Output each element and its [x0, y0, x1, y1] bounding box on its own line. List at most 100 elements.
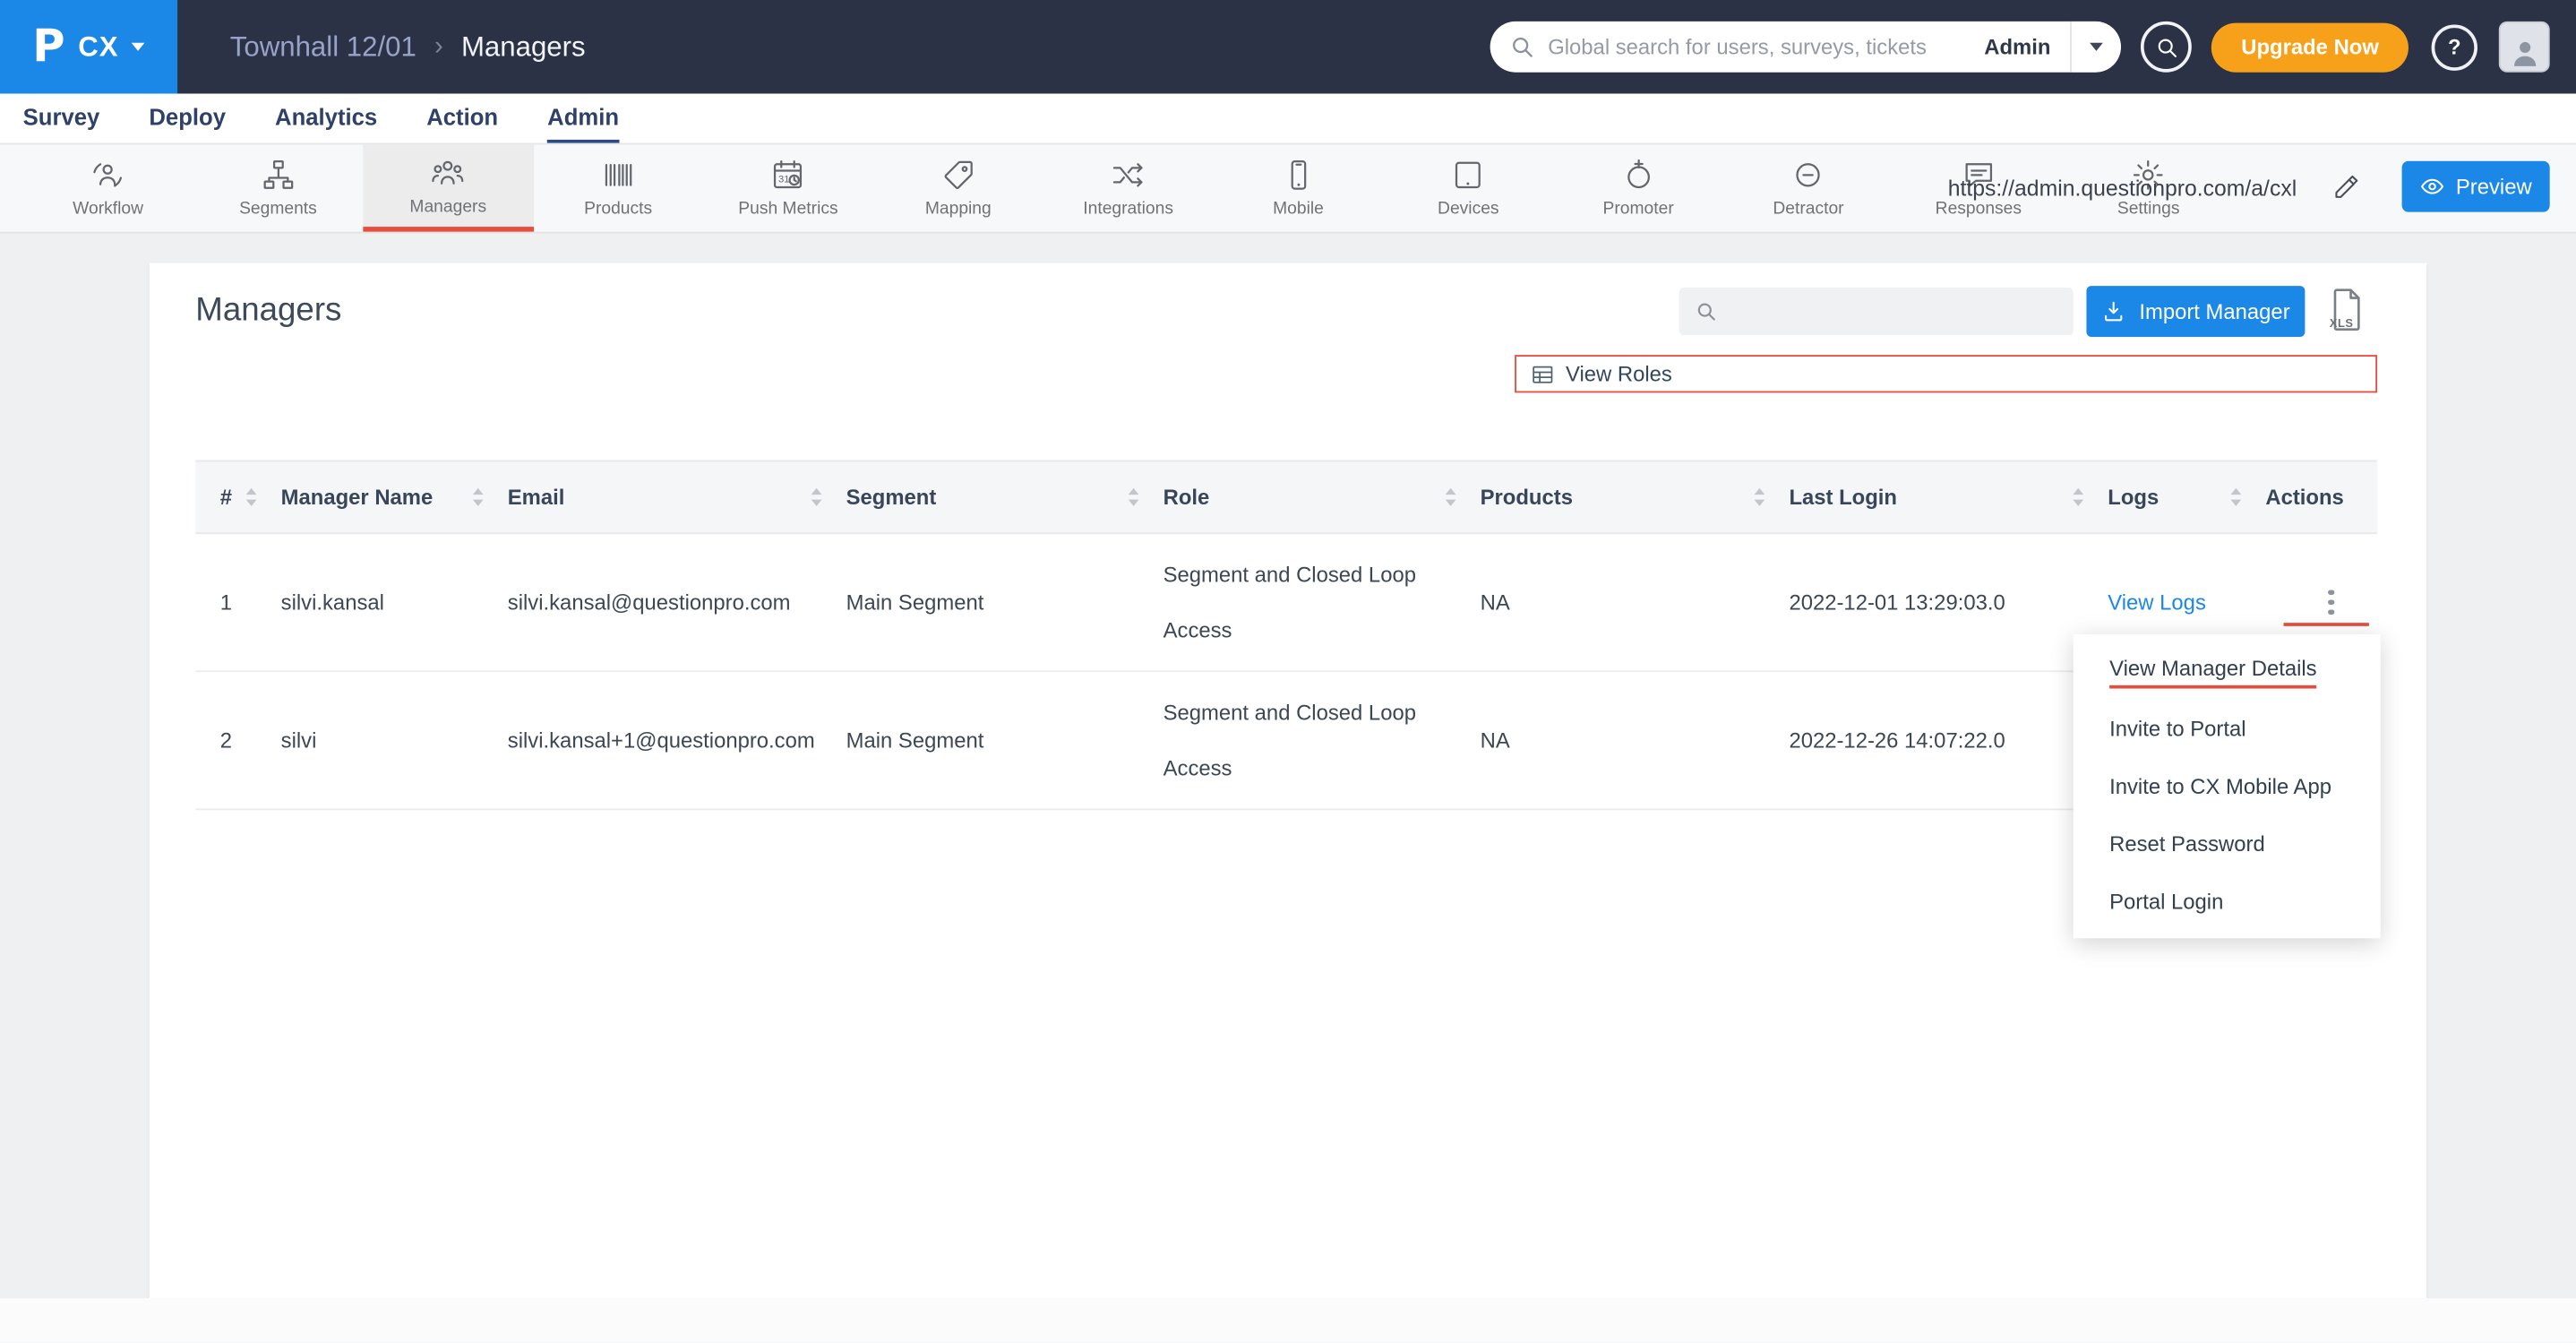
- row-number: 2: [220, 728, 281, 753]
- admin-url-text: https://admin.questionpro.com/a/cxl: [1948, 144, 2297, 231]
- mapping-icon: [941, 158, 976, 193]
- global-search-submit-button[interactable]: [2141, 22, 2192, 73]
- manager-email: silvi.kansal+1@questionpro.com: [508, 728, 846, 753]
- sort-icon[interactable]: [1753, 486, 1766, 508]
- managers-search-input[interactable]: [1717, 299, 2074, 324]
- managers-icon: [431, 155, 466, 190]
- nav-item-action[interactable]: Action: [426, 94, 498, 143]
- view-roles-label: View Roles: [1566, 362, 1672, 387]
- toolbar-item-devices[interactable]: Devices: [1383, 144, 1553, 231]
- topbar-actions: Admin Upgrade Now ?: [1490, 22, 2550, 73]
- avatar[interactable]: [2499, 22, 2550, 73]
- sort-icon[interactable]: [2072, 486, 2085, 508]
- sort-icon[interactable]: [1127, 486, 1140, 508]
- nav-item-survey[interactable]: Survey: [23, 94, 100, 143]
- preview-button-label: Preview: [2456, 174, 2532, 199]
- sort-icon[interactable]: [1444, 486, 1457, 508]
- breadcrumb-current: Managers: [461, 30, 586, 64]
- row-number: 1: [220, 590, 281, 615]
- kebab-menu-icon: [2329, 599, 2334, 605]
- toolbar-item-managers[interactable]: Managers: [363, 144, 533, 231]
- nav-item-admin[interactable]: Admin: [547, 94, 619, 143]
- toolbar-item-label: Workflow: [73, 199, 143, 219]
- table-row: 2 silvi silvi.kansal+1@questionpro.com M…: [195, 672, 2377, 810]
- global-search: Admin: [1490, 22, 2121, 73]
- roles-table-icon: [1531, 362, 1554, 385]
- menu-item-invite-to-cx-mobile-app[interactable]: Invite to CX Mobile App: [2074, 758, 2381, 815]
- pencil-icon: [2332, 173, 2360, 201]
- toolbar-item-label: Devices: [1438, 199, 1499, 219]
- toolbar-item-integrations[interactable]: Integrations: [1043, 144, 1214, 231]
- search-icon: [1510, 35, 1535, 60]
- products-icon: [601, 158, 636, 193]
- edit-url-button[interactable]: [2330, 173, 2363, 206]
- column-header-role: Role: [1163, 485, 1481, 510]
- help-button[interactable]: ?: [2432, 24, 2477, 70]
- export-xls-button[interactable]: XLS: [2324, 286, 2367, 337]
- app-root: P CX Townhall 12/01 › Managers Admin Upg…: [0, 0, 2576, 1343]
- detractor-icon: [1791, 158, 1826, 193]
- search-scope-dropdown-button[interactable]: [2072, 22, 2121, 73]
- menu-item-portal-login[interactable]: Portal Login: [2074, 873, 2381, 930]
- toolbar-item-workflow[interactable]: Workflow: [23, 144, 193, 231]
- search-icon: [2155, 35, 2178, 58]
- chevron-down-icon: [132, 43, 145, 51]
- global-search-input[interactable]: [1535, 35, 1985, 60]
- manager-segment: Main Segment: [846, 728, 1163, 753]
- managers-panel: Managers Import Manager XLS View Roles #: [150, 263, 2426, 1298]
- row-actions-menu-button[interactable]: [2314, 582, 2348, 622]
- view-logs-link[interactable]: View Logs: [2108, 590, 2206, 615]
- product-name: CX: [78, 30, 118, 64]
- mobile-icon: [1281, 158, 1316, 193]
- menu-item-reset-password[interactable]: Reset Password: [2074, 815, 2381, 873]
- toolbar-item-mobile[interactable]: Mobile: [1214, 144, 1384, 231]
- primary-nav: Survey Deploy Analytics Action Admin: [0, 94, 2576, 145]
- manager-name: silvi: [281, 728, 508, 753]
- toolbar-item-label: Detractor: [1773, 199, 1843, 219]
- breadcrumb: Townhall 12/01 › Managers: [230, 30, 586, 64]
- import-manager-button[interactable]: Import Manager: [2086, 286, 2305, 337]
- toolbar-item-mapping[interactable]: Mapping: [873, 144, 1043, 231]
- manager-name: silvi.kansal: [281, 590, 508, 615]
- view-roles-button[interactable]: View Roles: [1515, 355, 2377, 392]
- topbar: P CX Townhall 12/01 › Managers Admin Upg…: [0, 0, 2576, 94]
- preview-button[interactable]: Preview: [2402, 161, 2550, 212]
- column-header-logs: Logs: [2108, 485, 2265, 510]
- workflow-icon: [90, 158, 125, 193]
- nav-item-analytics[interactable]: Analytics: [275, 94, 377, 143]
- last-login: 2022-12-01 13:29:03.0: [1789, 590, 2108, 615]
- eye-icon: [2420, 174, 2445, 199]
- user-icon: [2506, 35, 2542, 71]
- sort-icon[interactable]: [245, 486, 258, 508]
- manager-products: NA: [1481, 590, 1790, 615]
- toolbar-item-products[interactable]: Products: [533, 144, 703, 231]
- sort-icon[interactable]: [2229, 486, 2243, 508]
- sort-icon[interactable]: [471, 486, 485, 508]
- toolbar-item-label: Mapping: [925, 199, 992, 219]
- column-header-products: Products: [1481, 485, 1790, 510]
- toolbar-item-segments[interactable]: Segments: [193, 144, 364, 231]
- menu-item-invite-to-portal[interactable]: Invite to Portal: [2074, 700, 2381, 757]
- toolbar-item-detractor[interactable]: Detractor: [1723, 144, 1893, 231]
- segments-icon: [261, 158, 296, 193]
- upgrade-now-button[interactable]: Upgrade Now: [2211, 22, 2409, 72]
- devices-icon: [1451, 158, 1486, 193]
- nav-item-deploy[interactable]: Deploy: [149, 94, 226, 143]
- svg-text:31: 31: [779, 174, 790, 185]
- breadcrumb-separator: ›: [434, 32, 443, 62]
- manager-role: Segment and Closed Loop Access: [1163, 547, 1481, 659]
- breadcrumb-parent[interactable]: Townhall 12/01: [230, 30, 416, 64]
- product-switcher[interactable]: P CX: [0, 0, 177, 94]
- toolbar-item-label: Mobile: [1273, 199, 1324, 219]
- menu-item-view-manager-details[interactable]: View Manager Details: [2074, 642, 2381, 700]
- column-header-num: #: [220, 485, 281, 510]
- page-title: Managers: [195, 292, 341, 330]
- toolbar-item-label: Managers: [409, 196, 486, 216]
- toolbar-item-promoter[interactable]: Promoter: [1553, 144, 1723, 231]
- search-scope-label[interactable]: Admin: [1984, 35, 2070, 60]
- sort-icon[interactable]: [810, 486, 823, 508]
- toolbar-item-label: Promoter: [1603, 199, 1674, 219]
- toolbar-item-push-metrics[interactable]: 31 Push Metrics: [703, 144, 873, 231]
- chevron-down-icon: [2090, 43, 2103, 51]
- push-metrics-icon: 31: [771, 158, 806, 193]
